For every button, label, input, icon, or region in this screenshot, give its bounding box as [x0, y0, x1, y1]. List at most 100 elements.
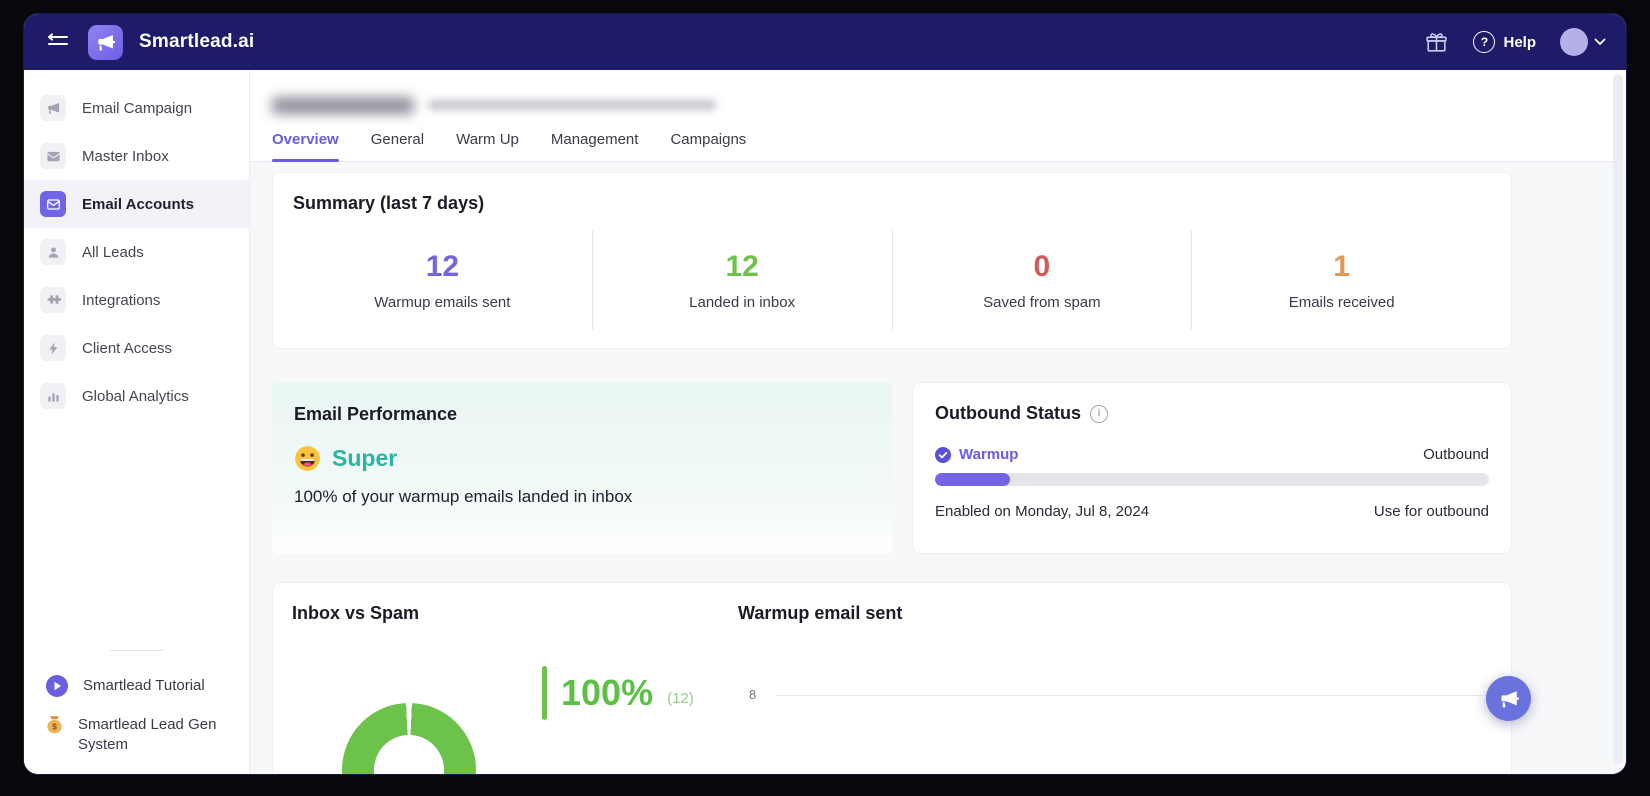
- sidebar-item-client-access[interactable]: Client Access: [24, 324, 249, 372]
- sidebar-item-label: Email Campaign: [82, 100, 192, 117]
- content-area: Summary (last 7 days) 12 Warmup emails s…: [250, 162, 1626, 774]
- tab-warm-up[interactable]: Warm Up: [456, 131, 519, 161]
- help-button[interactable]: ? Help: [1473, 31, 1536, 53]
- stat-emails-received: 1 Emails received: [1191, 230, 1491, 330]
- info-icon[interactable]: i: [1090, 405, 1108, 423]
- brand-title: Smartlead.ai: [139, 31, 254, 53]
- outbound-label: Outbound: [1423, 446, 1489, 463]
- sidebar-item-email-campaign[interactable]: Email Campaign: [24, 84, 249, 132]
- inbox-icon: [40, 143, 66, 169]
- money-bag-icon: $: [46, 715, 63, 734]
- sidebar-item-smartlead-tutorial[interactable]: Smartlead Tutorial: [24, 667, 249, 706]
- smartlead-logo[interactable]: [88, 25, 123, 60]
- bar-chart-icon: [40, 383, 66, 409]
- megaphone-icon: [95, 32, 116, 53]
- use-for-outbound-text: Use for outbound: [1374, 503, 1489, 520]
- main-area: Overview General Warm Up Management Camp…: [250, 70, 1626, 774]
- sidebar-item-label: Smartlead Lead Gen System: [78, 715, 233, 756]
- sidebar-item-all-leads[interactable]: All Leads: [24, 228, 249, 276]
- puzzle-icon: [40, 287, 66, 313]
- page-title: [272, 92, 1600, 118]
- stat-value: 12: [426, 250, 459, 284]
- summary-stats: 12 Warmup emails sent 12 Landed in inbox…: [293, 230, 1491, 330]
- play-icon: [46, 675, 68, 697]
- stat-value: 1: [1333, 250, 1350, 284]
- scrollbar[interactable]: [1613, 74, 1623, 764]
- tab-management[interactable]: Management: [551, 131, 639, 161]
- performance-description: 100% of your warmup emails landed in inb…: [294, 487, 870, 507]
- megaphone-icon: [40, 95, 66, 121]
- email-performance-card: Email Performance: [272, 382, 892, 554]
- performance-rating: Super: [332, 445, 397, 472]
- donut-legend: 100% (12): [542, 666, 694, 720]
- warmup-email-sent-title: Warmup email sent: [738, 603, 902, 624]
- charts-card: Inbox vs Spam Warmup email sent 100% (12…: [272, 582, 1512, 774]
- svg-text:$: $: [52, 721, 57, 731]
- sidebar-item-label: Global Analytics: [82, 388, 189, 405]
- sidebar-item-label: Integrations: [82, 292, 160, 309]
- sidebar-item-label: All Leads: [82, 244, 144, 261]
- divider: [110, 650, 164, 651]
- stat-label: Saved from spam: [983, 294, 1101, 311]
- tab-campaigns[interactable]: Campaigns: [670, 131, 746, 161]
- bolt-icon: [40, 335, 66, 361]
- tab-overview[interactable]: Overview: [272, 131, 339, 161]
- smiley-emoji-icon: [294, 445, 321, 472]
- sidebar-item-label: Client Access: [82, 340, 172, 357]
- chevron-down-icon: [1594, 38, 1606, 46]
- sidebar-item-email-accounts[interactable]: Email Accounts: [24, 180, 249, 228]
- summary-title: Summary (last 7 days): [293, 193, 1491, 214]
- top-navbar: Smartlead.ai ? Help: [24, 14, 1626, 70]
- page-header: Overview General Warm Up Management Camp…: [250, 70, 1626, 162]
- outbound-progress-bar: [935, 473, 1489, 486]
- app-window: Smartlead.ai ? Help: [24, 14, 1626, 774]
- stat-value: 0: [1034, 250, 1051, 284]
- outbound-status-title: Outbound Status: [935, 403, 1081, 424]
- warmup-label: Warmup: [959, 446, 1018, 463]
- account-menu[interactable]: [1560, 28, 1606, 56]
- page-title-redacted: [272, 97, 414, 114]
- outbound-status-card: Outbound Status i Warmup Out: [912, 382, 1512, 554]
- inbox-percent: 100%: [561, 672, 653, 714]
- stat-label: Landed in inbox: [689, 294, 795, 311]
- outbound-progress-fill: [935, 473, 1010, 486]
- donut-hole: [374, 735, 444, 774]
- sidebar-item-label: Smartlead Tutorial: [83, 676, 205, 696]
- stat-label: Emails received: [1289, 294, 1395, 311]
- sidebar-item-label: Master Inbox: [82, 148, 169, 165]
- sidebar-footer: Smartlead Tutorial $ Smartlead Lead Gen …: [24, 650, 249, 775]
- sidebar-item-integrations[interactable]: Integrations: [24, 276, 249, 324]
- check-circle-icon: [935, 447, 951, 463]
- stat-label: Warmup emails sent: [374, 294, 510, 311]
- warmup-status: Warmup: [935, 446, 1018, 463]
- question-icon: ?: [1473, 31, 1495, 53]
- megaphone-fab-button[interactable]: [1486, 676, 1531, 721]
- stat-landed-in-inbox: 12 Landed in inbox: [592, 230, 892, 330]
- tab-general[interactable]: General: [371, 131, 424, 161]
- sidebar-item-label: Email Accounts: [82, 196, 194, 213]
- inbox-count: (12): [667, 690, 694, 707]
- stat-saved-from-spam: 0 Saved from spam: [892, 230, 1192, 330]
- gift-icon[interactable]: [1424, 30, 1449, 55]
- megaphone-icon: [1498, 688, 1520, 710]
- person-icon: [40, 239, 66, 265]
- chart-gridline: [776, 695, 1491, 696]
- enabled-date-text: Enabled on Monday, Jul 8, 2024: [935, 503, 1149, 520]
- inbox-vs-spam-donut-chart: [342, 703, 476, 774]
- avatar: [1560, 28, 1588, 56]
- sidebar-item-lead-gen-system[interactable]: $ Smartlead Lead Gen System: [24, 706, 249, 765]
- stat-warmup-emails-sent: 12 Warmup emails sent: [293, 230, 592, 330]
- email-performance-title: Email Performance: [294, 404, 870, 425]
- y-axis-tick: 8: [749, 687, 756, 702]
- stat-value: 12: [725, 250, 758, 284]
- envelope-icon: [40, 191, 66, 217]
- tab-bar: Overview General Warm Up Management Camp…: [272, 131, 1600, 161]
- collapse-sidebar-icon[interactable]: [44, 28, 72, 56]
- legend-color-bar: [542, 666, 547, 720]
- sidebar-item-global-analytics[interactable]: Global Analytics: [24, 372, 249, 420]
- sidebar-item-master-inbox[interactable]: Master Inbox: [24, 132, 249, 180]
- page-subtitle-redacted: [428, 100, 716, 110]
- inbox-vs-spam-title: Inbox vs Spam: [292, 603, 419, 624]
- help-label: Help: [1503, 34, 1536, 51]
- sidebar: Email Campaign Master Inbox Email Accoun…: [24, 70, 250, 774]
